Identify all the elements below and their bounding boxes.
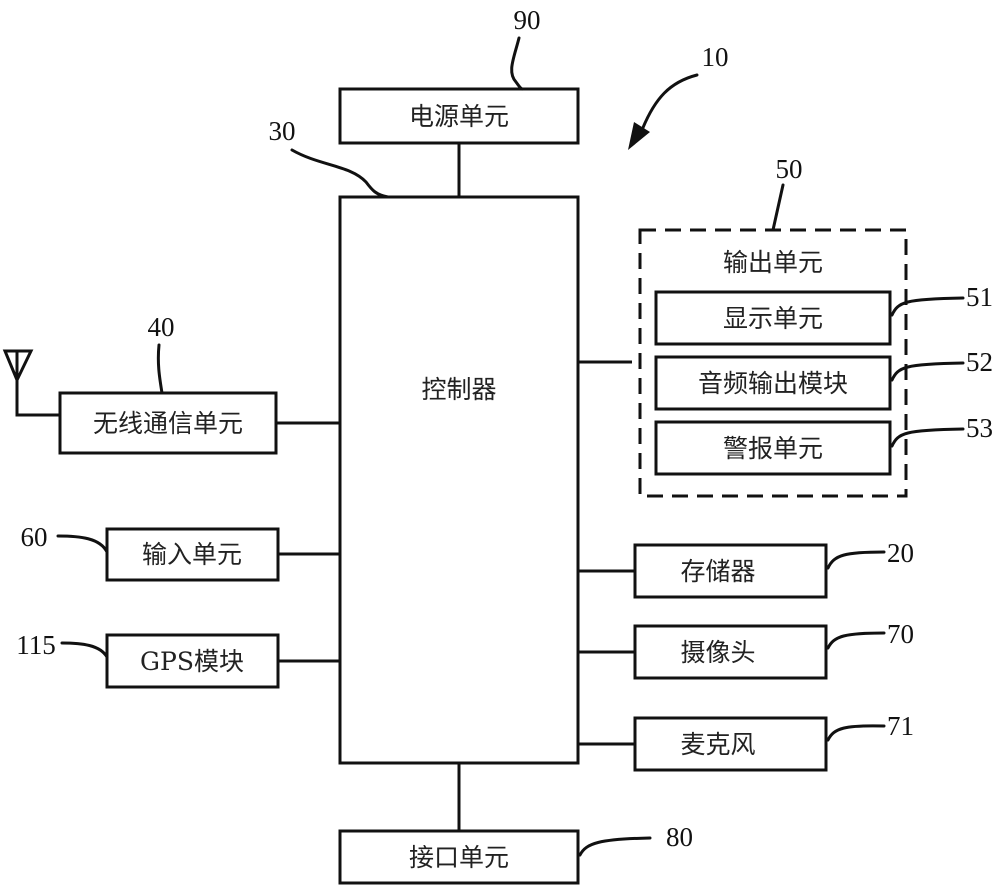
output-unit-ref: 50 xyxy=(776,154,803,184)
wireless-communication-unit-label: 无线通信单元 xyxy=(93,409,243,438)
gps-module-leader xyxy=(60,641,109,659)
memory-unit-leader xyxy=(826,550,886,570)
controller: 控制器 xyxy=(338,195,580,765)
microphone-unit-leader xyxy=(826,724,886,742)
antenna-icon xyxy=(2,349,34,384)
memory-unit: 存储器 xyxy=(633,543,828,599)
audio-output-module-leader xyxy=(890,361,965,382)
audio-output-module-label: 音频输出模块 xyxy=(698,369,848,398)
controller-leader xyxy=(290,148,390,199)
interface-unit: 接口单元 xyxy=(338,829,580,885)
alarm-unit: 警报单元 xyxy=(654,420,892,476)
input-unit-leader xyxy=(56,534,109,554)
memory-unit-label: 存储器 xyxy=(680,557,755,586)
display-unit-ref: 51 xyxy=(966,282,993,312)
alarm-unit-ref: 53 xyxy=(966,413,993,443)
block-diagram: 电源单元 90 控制器 30 10 输出单元 显示单元 音频输出模块 警报单元 … xyxy=(2,5,993,885)
microphone-unit-ref: 71 xyxy=(887,711,914,741)
interface-unit-ref: 80 xyxy=(666,822,693,852)
audio-output-module-ref: 52 xyxy=(966,347,993,377)
input-unit-label: 输入单元 xyxy=(142,540,242,569)
microphone-unit: 麦克风 xyxy=(633,716,828,772)
camera-unit: 摄像头 xyxy=(633,624,828,680)
controller-ref: 30 xyxy=(269,116,296,146)
alarm-unit-label: 警报单元 xyxy=(723,434,823,463)
power-unit: 电源单元 xyxy=(338,87,580,145)
display-unit-label: 显示单元 xyxy=(723,304,823,333)
wireless-communication-unit-ref: 40 xyxy=(148,312,175,342)
input-unit: 输入单元 xyxy=(105,527,280,582)
microphone-unit-label: 麦克风 xyxy=(680,730,755,759)
display-unit: 显示单元 xyxy=(654,290,892,346)
figure-ref: 10 xyxy=(702,42,729,72)
interface-unit-label: 接口单元 xyxy=(409,843,509,872)
camera-unit-label: 摄像头 xyxy=(680,638,755,667)
controller-label: 控制器 xyxy=(421,375,496,404)
wire-antenna-wireless xyxy=(15,380,60,417)
input-unit-ref: 60 xyxy=(21,522,48,552)
gps-module-ref: 115 xyxy=(16,630,56,660)
power-unit-leader xyxy=(510,36,524,91)
output-unit: 输出单元 显示单元 音频输出模块 警报单元 xyxy=(638,228,908,498)
output-unit-label: 输出单元 xyxy=(723,248,823,277)
power-unit-label: 电源单元 xyxy=(409,102,509,131)
alarm-unit-leader xyxy=(890,427,965,448)
wireless-communication-unit-leader xyxy=(156,343,164,395)
audio-output-module: 音频输出模块 xyxy=(654,355,892,411)
gps-module: GPS模块 xyxy=(105,633,280,689)
display-unit-leader xyxy=(890,296,965,317)
arrow-pointer-icon xyxy=(628,73,699,150)
memory-unit-ref: 20 xyxy=(887,538,914,568)
output-unit-leader xyxy=(771,183,785,232)
wireless-communication-unit: 无线通信单元 xyxy=(58,391,278,455)
power-unit-ref: 90 xyxy=(514,5,541,35)
interface-unit-leader xyxy=(578,836,652,857)
gps-module-label: GPS模块 xyxy=(140,647,244,676)
camera-unit-ref: 70 xyxy=(887,619,914,649)
camera-unit-leader xyxy=(826,631,886,650)
